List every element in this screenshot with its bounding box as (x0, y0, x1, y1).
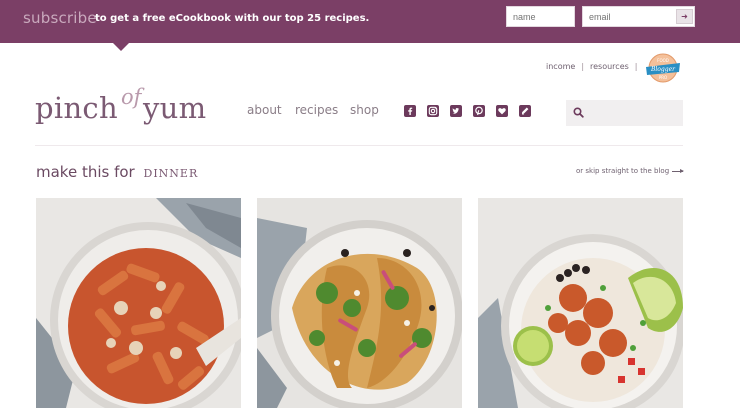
subscribe-text: to get a free eCookbook with our top 25 … (95, 13, 370, 24)
utility-links: income | resources | (546, 62, 644, 71)
meal-selector[interactable]: DINNER (144, 167, 199, 180)
nav-recipes[interactable]: recipes (295, 103, 338, 117)
badge-line-3: PRO (659, 75, 667, 80)
recipe-card[interactable] (478, 198, 683, 408)
name-field[interactable] (506, 6, 575, 27)
nav-about[interactable]: about (247, 103, 282, 117)
income-link[interactable]: income (546, 62, 575, 71)
recipe-card[interactable] (257, 198, 462, 408)
bloglovin-icon[interactable] (496, 105, 508, 117)
skip-to-blog-link[interactable]: or skip straight to the blog (576, 167, 685, 175)
separator: | (581, 62, 585, 71)
section-prefix: make this for (36, 163, 135, 181)
badge-line-2: Blogger (650, 66, 676, 73)
nav-shop[interactable]: shop (350, 103, 379, 117)
site-logo[interactable]: pinch of yum (35, 85, 245, 135)
search-box[interactable] (566, 100, 683, 126)
penne-pasta-image (36, 198, 241, 408)
feed-icon[interactable] (519, 105, 531, 117)
twitter-icon[interactable] (450, 105, 462, 117)
subscribe-bar-notch (113, 43, 129, 51)
instagram-icon[interactable] (427, 105, 439, 117)
section-title: make this for DINNER (36, 163, 198, 181)
resources-link[interactable]: resources (590, 62, 629, 71)
recipe-card[interactable] (36, 198, 241, 408)
search-icon (573, 107, 584, 118)
separator: | (634, 62, 638, 71)
skip-link-text: or skip straight to the blog (576, 167, 670, 175)
header-divider (35, 145, 683, 146)
food-blogger-pro-badge[interactable]: FOOD Blogger PRO (645, 52, 681, 84)
logo-part-pinch: pinch (35, 91, 118, 125)
burrito-bowl-image (478, 198, 683, 408)
tacos-image (257, 198, 462, 408)
subscribe-submit-button[interactable]: ➜ (676, 9, 693, 24)
subscribe-label: subscribe (23, 9, 97, 27)
subscribe-bar: subscribe to get a free eCookbook with o… (0, 0, 740, 43)
pinterest-icon[interactable] (473, 105, 485, 117)
logo-part-yum: yum (143, 91, 207, 125)
facebook-icon[interactable] (404, 105, 416, 117)
badge-line-1: FOOD (657, 58, 669, 63)
arrow-right-icon: ➜ (681, 12, 688, 21)
arrow-right-icon (672, 168, 685, 173)
logo-part-of: of (121, 85, 142, 109)
search-input[interactable] (588, 104, 678, 122)
